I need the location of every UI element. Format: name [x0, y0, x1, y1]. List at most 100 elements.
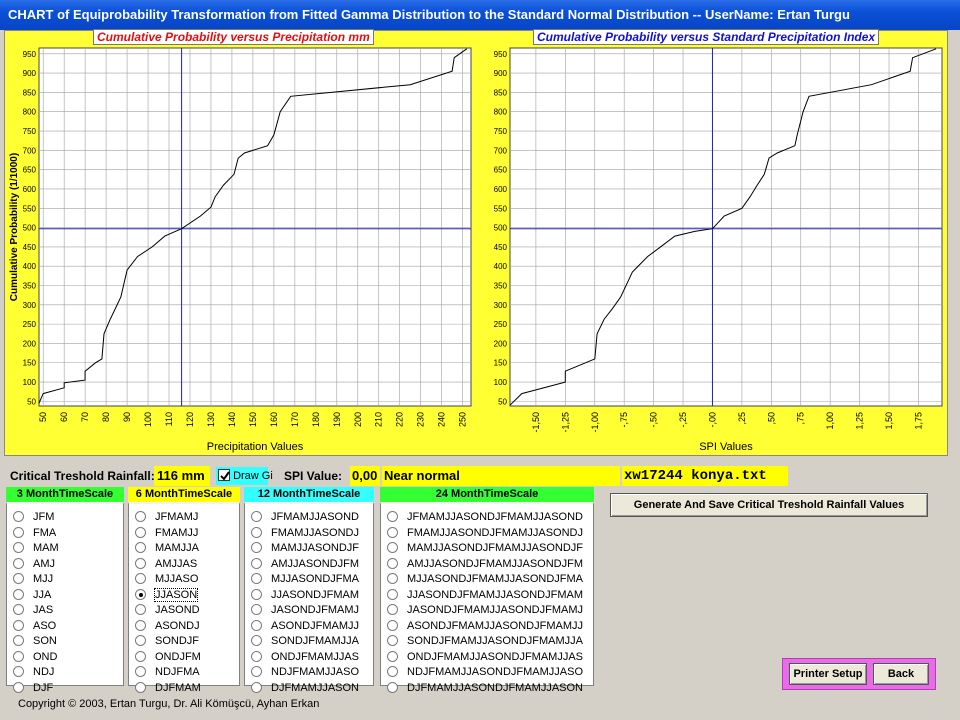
radio-button-icon[interactable]	[251, 604, 262, 615]
radio-option[interactable]: JASOND	[135, 603, 200, 618]
draw-grid-checkbox[interactable]: Draw Gi	[216, 467, 273, 485]
radio-button-icon[interactable]	[135, 588, 146, 600]
radio-option[interactable]: JASONDJFMAMJJASONDJFMAMJ	[387, 603, 583, 618]
radio-option[interactable]: ONDJFMAMJJASONDJFMAMJJAS	[387, 650, 583, 665]
radio-button-icon[interactable]	[135, 650, 146, 662]
radio-button-icon[interactable]	[251, 511, 262, 522]
radio-option[interactable]: MAMJJA	[135, 541, 199, 556]
radio-option[interactable]: SONDJF	[135, 634, 199, 649]
radio-button-icon[interactable]	[13, 526, 24, 538]
radio-button-icon[interactable]	[13, 635, 24, 646]
radio-option[interactable]: JJASONDJFMAM	[251, 588, 359, 603]
radio-button-icon[interactable]	[387, 650, 398, 662]
radio-option[interactable]: JJA	[13, 588, 51, 603]
radio-button-icon[interactable]	[387, 511, 398, 522]
radio-button-icon[interactable]	[251, 650, 262, 662]
radio-option[interactable]: ASONDJFMAMJJASONDJFMAMJJ	[387, 619, 583, 634]
radio-button-icon[interactable]	[387, 542, 398, 553]
radio-button-icon[interactable]	[135, 635, 146, 646]
x-tick-label: -,25	[678, 412, 688, 428]
radio-option[interactable]: ASO	[13, 619, 56, 634]
radio-button-icon[interactable]	[135, 526, 146, 538]
radio-option[interactable]: FMAMJJASONDJFMAMJJASONDJ	[387, 526, 583, 541]
radio-option[interactable]: NDJFMAMJJASO	[251, 665, 359, 680]
radio-button-icon[interactable]	[13, 511, 24, 522]
radio-option[interactable]: MJJ	[13, 572, 53, 587]
radio-option[interactable]: JJASON	[135, 587, 199, 603]
radio-option[interactable]: JFM	[13, 510, 54, 525]
radio-option[interactable]: NDJFMA	[135, 665, 200, 680]
radio-option[interactable]: ONDJFMAMJJAS	[251, 650, 359, 665]
radio-button-icon[interactable]	[13, 681, 24, 693]
radio-button-icon[interactable]	[387, 604, 398, 615]
radio-button-icon[interactable]	[135, 681, 146, 693]
radio-button-icon[interactable]	[251, 681, 262, 693]
printer-setup-button[interactable]: Printer Setup	[789, 663, 867, 685]
radio-option[interactable]: MAMJJASONDJF	[251, 541, 359, 556]
radio-option[interactable]: SONDJFMAMJJASONDJFMAMJJA	[387, 634, 583, 649]
radio-option[interactable]: FMAMJJ	[135, 526, 198, 541]
radio-option[interactable]: JFMAMJJASOND	[251, 510, 359, 525]
radio-option[interactable]: MJJASO	[135, 572, 198, 587]
radio-option[interactable]: ONDJFM	[135, 650, 201, 665]
radio-button-icon[interactable]	[387, 619, 398, 631]
group-6-month: 6 MonthTimeScale JFMAMJ FMAMJJ MAMJJA AMJJA…	[128, 487, 240, 694]
radio-option[interactable]: MJJASONDJFMAMJJASONDJFMA	[387, 572, 583, 587]
radio-button-icon[interactable]	[387, 666, 398, 677]
radio-button-icon[interactable]	[135, 511, 146, 522]
radio-button-icon[interactable]	[387, 557, 398, 569]
radio-option[interactable]: AMJ	[13, 557, 55, 572]
radio-option[interactable]: MJJASONDJFMA	[251, 572, 359, 587]
radio-option[interactable]: AMJJASONDJFMAMJJASONDJFM	[387, 557, 583, 572]
radio-option[interactable]: OND	[13, 650, 57, 665]
radio-button-icon[interactable]	[13, 619, 24, 631]
radio-option[interactable]: JFMAMJ	[135, 510, 198, 525]
radio-button-icon[interactable]	[251, 526, 262, 538]
radio-button-icon[interactable]	[251, 635, 262, 646]
radio-button-icon[interactable]	[13, 573, 24, 584]
radio-option[interactable]: AMJJAS	[135, 557, 197, 572]
checkbox-check-icon[interactable]	[218, 469, 230, 481]
radio-option[interactable]: NDJ	[13, 665, 54, 680]
radio-option[interactable]: SON	[13, 634, 57, 649]
radio-button-icon[interactable]	[13, 650, 24, 662]
radio-option[interactable]: MAM	[13, 541, 59, 556]
radio-button-icon[interactable]	[387, 588, 398, 600]
radio-button-icon[interactable]	[135, 619, 146, 631]
radio-button-icon[interactable]	[13, 588, 24, 600]
radio-button-icon[interactable]	[251, 666, 262, 677]
radio-option[interactable]: SONDJFMAMJJA	[251, 634, 359, 649]
radio-button-icon[interactable]	[13, 604, 24, 615]
radio-button-icon[interactable]	[135, 557, 146, 569]
radio-option[interactable]: AMJJASONDJFM	[251, 557, 359, 572]
radio-option[interactable]: NDJFMAMJJASONDJFMAMJJASO	[387, 665, 583, 680]
radio-option[interactable]: JASONDJFMAMJ	[251, 603, 359, 618]
radio-button-icon[interactable]	[251, 619, 262, 631]
radio-option[interactable]: JAS	[13, 603, 53, 618]
radio-option[interactable]: JFMAMJJASONDJFMAMJJASOND	[387, 510, 583, 525]
radio-button-icon[interactable]	[13, 557, 24, 569]
radio-button-icon[interactable]	[135, 604, 146, 615]
radio-option[interactable]: FMA	[13, 526, 56, 541]
y-tick-label: 150	[23, 359, 37, 368]
generate-button[interactable]: Generate And Save Critical Treshold Rain…	[610, 493, 928, 517]
radio-button-icon[interactable]	[387, 526, 398, 538]
radio-button-icon[interactable]	[387, 681, 398, 693]
radio-button-icon[interactable]	[387, 573, 398, 584]
radio-button-icon[interactable]	[135, 542, 146, 553]
radio-button-icon[interactable]	[135, 666, 146, 677]
radio-button-icon[interactable]	[251, 542, 262, 553]
radio-option[interactable]: ASONDJFMAMJJ	[251, 619, 359, 634]
radio-option[interactable]: MAMJJASONDJFMAMJJASONDJF	[387, 541, 583, 556]
back-button[interactable]: Back	[873, 663, 929, 685]
radio-option[interactable]: FMAMJJASONDJ	[251, 526, 359, 541]
radio-option[interactable]: ASONDJ	[135, 619, 200, 634]
radio-button-icon[interactable]	[251, 573, 262, 584]
radio-button-icon[interactable]	[135, 573, 146, 584]
radio-button-icon[interactable]	[251, 557, 262, 569]
radio-button-icon[interactable]	[13, 666, 24, 677]
radio-button-icon[interactable]	[13, 542, 24, 553]
radio-option[interactable]: JJASONDJFMAMJJASONDJFMAM	[387, 588, 583, 603]
radio-button-icon[interactable]	[251, 588, 262, 600]
radio-button-icon[interactable]	[387, 635, 398, 646]
